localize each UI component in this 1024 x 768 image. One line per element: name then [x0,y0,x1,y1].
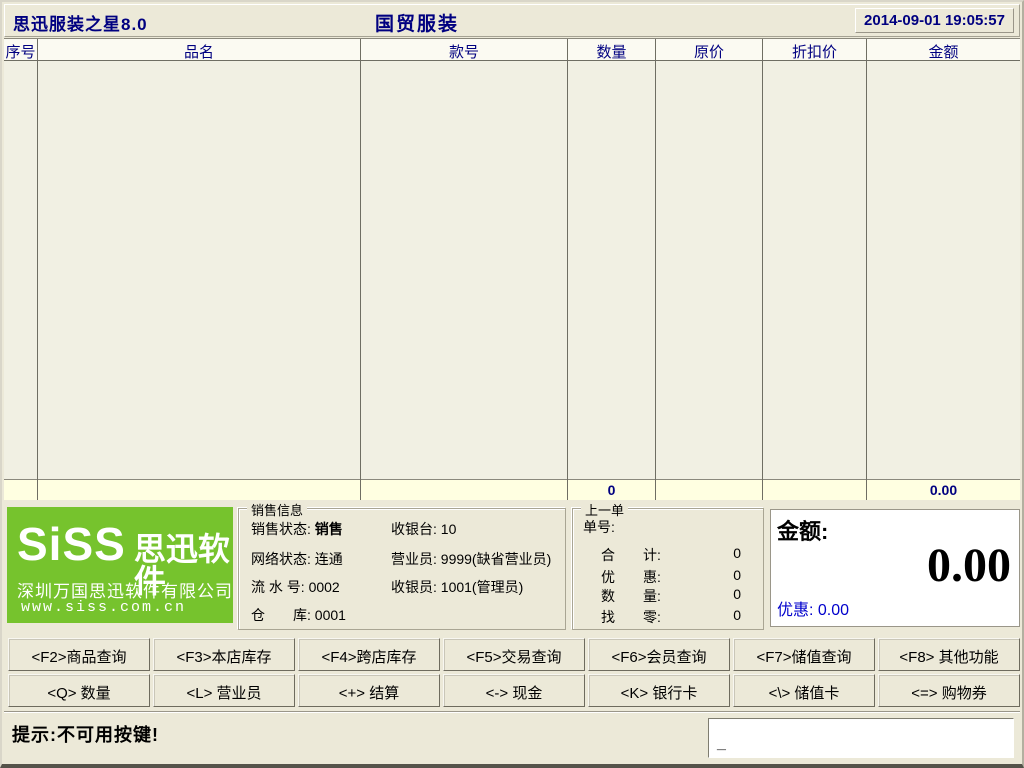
salesperson-row: 营业员: 9999(缺省营业员) [391,549,551,569]
register-value: 10 [441,521,457,537]
register-label: 收银台: [391,521,437,537]
column-header-discount-price: 折扣价 [763,39,866,61]
shopping-voucher-button[interactable]: <=> 购物券 [878,674,1020,707]
totals-cell [361,479,567,500]
barcode-entry-input[interactable]: _ [708,718,1014,758]
column-product-name: 品名 [38,39,361,500]
last-quantity-value: 0 [711,586,741,602]
last-change-label: 找 零: [601,607,661,627]
function-key-row: <F2>商品查询 <F3>本店库存 <F4>跨店库存 <F5>交易查询 <F6>… [8,638,1020,671]
column-header-amount: 金额 [867,39,1020,61]
f8-other-functions-button[interactable]: <F8> 其他功能 [878,638,1020,671]
f7-stored-value-query-button[interactable]: <F7>储值查询 [733,638,875,671]
sales-status-value: 销售 [315,521,343,537]
totals-cell [38,479,360,500]
discount-value: 0.00 [818,602,849,619]
warehouse-value: 0001 [315,607,346,623]
column-style-no: 款号 [361,39,568,500]
status-message: 提示:不可用按键! [12,721,159,747]
column-original-price: 原价 [656,39,763,500]
column-header-seq: 序号 [4,39,37,61]
totals-quantity: 0 [568,479,655,500]
last-total-value: 0 [711,545,741,561]
salesperson-button[interactable]: <L> 营业员 [153,674,295,707]
column-header-style-no: 款号 [361,39,567,61]
serial-no-label: 流 水 号: [251,579,305,595]
last-discount-label: 优 惠: [601,567,661,587]
sales-status-row: 销售状态: 销售 [251,519,343,539]
column-body [361,61,567,479]
warehouse-label: 仓 库: [251,607,311,623]
company-website: www.siss.com.cn [21,599,186,616]
amount-display-panel: 金额: 0.00 优惠: 0.00 [770,509,1020,627]
column-header-product-name: 品名 [38,39,360,61]
status-bar: 提示:不可用按键! _ [4,712,1020,762]
datetime-display: 2014-09-01 19:05:57 [855,8,1014,33]
f2-product-query-button[interactable]: <F2>商品查询 [8,638,150,671]
last-quantity-label: 数 量: [601,586,661,606]
last-order-no-label: 单号: [583,517,615,537]
network-status-row: 网络状态: 连通 [251,549,343,569]
column-body [568,61,655,479]
action-key-row: <Q> 数量 <L> 营业员 <+> 结算 <-> 现金 <K> 银行卡 <\>… [8,674,1020,707]
sales-info-group: 销售信息 销售状态: 销售 网络状态: 连通 流 水 号: 0002 仓 库: … [238,508,566,630]
f3-store-stock-button[interactable]: <F3>本店库存 [153,638,295,671]
column-body [656,61,762,479]
totals-amount: 0.00 [867,479,1020,500]
column-body [4,61,37,479]
store-name: 国贸服装 [375,9,459,36]
column-seq: 序号 [4,39,38,500]
sale-items-grid: 序号 品名 款号 数量 0 原价 折扣价 [4,38,1020,500]
column-discount-price: 折扣价 [763,39,867,500]
column-header-quantity: 数量 [568,39,655,61]
column-header-original-price: 原价 [656,39,762,61]
salesperson-label: 营业员: [391,551,437,567]
totals-cell [763,479,866,500]
cashier-value: 1001(管理员) [441,579,523,595]
settle-button[interactable]: <+> 结算 [298,674,440,707]
f6-member-query-button[interactable]: <F6>会员查询 [588,638,730,671]
column-amount: 金额 0.00 [867,39,1020,500]
last-order-group: 上一单 单号: 合 计: 0 优 惠: 0 数 量: 0 找 零: 0 [572,508,764,630]
amount-value: 0.00 [927,542,1011,590]
register-row: 收银台: 10 [391,519,456,539]
discount-label: 优惠: [777,602,813,619]
salesperson-value: 9999(缺省营业员) [441,551,551,567]
discount-line: 优惠: 0.00 [777,596,849,620]
logo-latin-text: SiSS [17,521,126,567]
siss-logo: SiSS 思迅软件 深圳万国思迅软件有限公司 www.siss.com.cn [7,507,233,623]
cash-button[interactable]: <-> 现金 [443,674,585,707]
app-title: 思迅服装之星8.0 [13,10,148,35]
f4-cross-store-stock-button[interactable]: <F4>跨店库存 [298,638,440,671]
quantity-button[interactable]: <Q> 数量 [8,674,150,707]
amount-label: 金额: [777,514,828,546]
last-discount-value: 0 [711,567,741,583]
column-body [763,61,866,479]
cashier-row: 收银员: 1001(管理员) [391,577,523,597]
sales-status-label: 销售状态: [251,521,311,537]
network-status-value: 连通 [315,551,343,567]
column-quantity: 数量 0 [568,39,656,500]
last-total-label: 合 计: [601,545,661,565]
entry-cursor: _ [717,735,726,753]
totals-cell [656,479,762,500]
sales-info-title: 销售信息 [247,500,307,519]
serial-no-row: 流 水 号: 0002 [251,577,340,597]
last-change-value: 0 [711,607,741,623]
title-bar: 思迅服装之星8.0 国贸服装 2014-09-01 19:05:57 [4,4,1020,37]
column-body [38,61,360,479]
network-status-label: 网络状态: [251,551,311,567]
pos-window: 思迅服装之星8.0 国贸服装 2014-09-01 19:05:57 序号 品名… [0,0,1024,768]
bank-card-button[interactable]: <K> 银行卡 [588,674,730,707]
cashier-label: 收银员: [391,579,437,595]
f5-transaction-query-button[interactable]: <F5>交易查询 [443,638,585,671]
warehouse-row: 仓 库: 0001 [251,605,346,625]
serial-no-value: 0002 [309,579,340,595]
stored-value-card-button[interactable]: <\> 储值卡 [733,674,875,707]
column-body [867,61,1020,479]
totals-cell [4,479,37,500]
